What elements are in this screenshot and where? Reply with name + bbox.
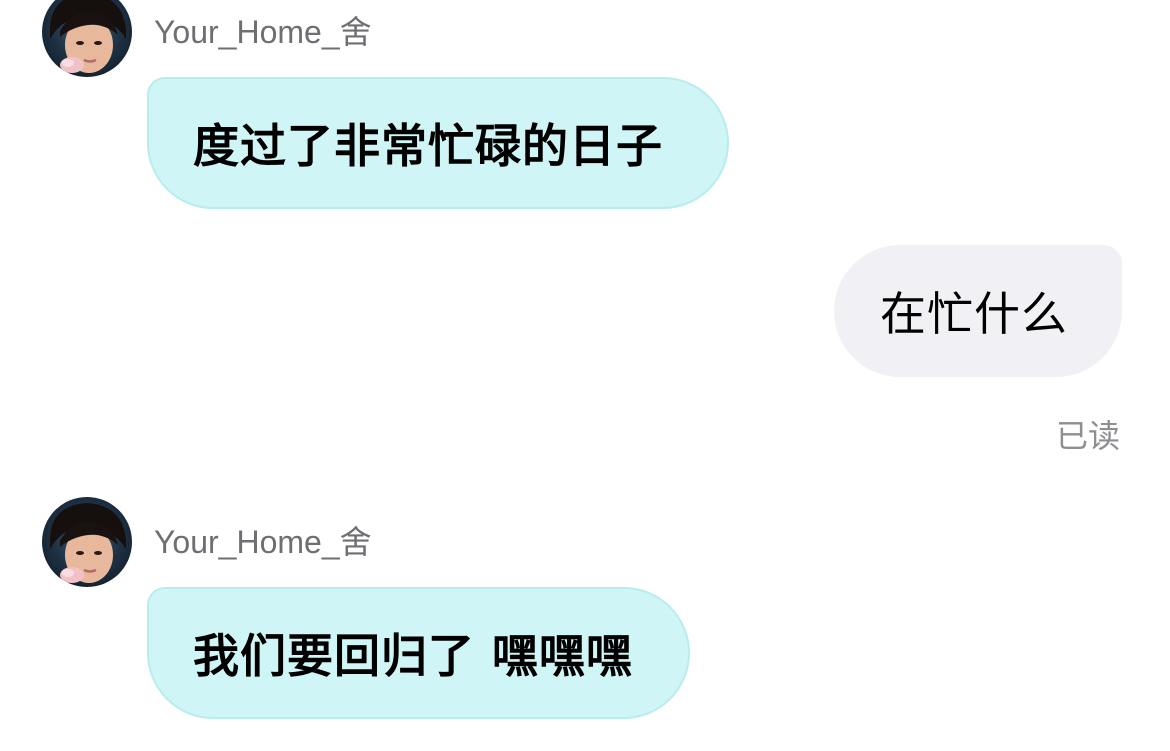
sender-avatar[interactable] bbox=[42, 0, 132, 77]
avatar-photo-icon bbox=[42, 0, 132, 77]
message-text: 在忙什么 bbox=[880, 287, 1068, 341]
message-bubble-incoming[interactable]: 我们要回归了 嘿嘿嘿 bbox=[147, 587, 690, 719]
message-bubble-outgoing[interactable]: 在忙什么 bbox=[834, 245, 1122, 377]
sender-avatar[interactable] bbox=[42, 497, 132, 587]
message-bubble-incoming[interactable]: 度过了非常忙碌的日子 bbox=[147, 77, 729, 209]
avatar-photo-icon bbox=[42, 497, 132, 587]
sender-name: Your_Home_舍 bbox=[154, 524, 372, 560]
read-receipt: 已读 bbox=[1056, 417, 1121, 455]
sender-name: Your_Home_舍 bbox=[154, 14, 372, 50]
chat-screen: { "messages": [ { "direction": "incoming… bbox=[0, 0, 1170, 751]
message-text: 度过了非常忙碌的日子 bbox=[193, 119, 663, 173]
message-text: 我们要回归了 嘿嘿嘿 bbox=[193, 629, 634, 683]
